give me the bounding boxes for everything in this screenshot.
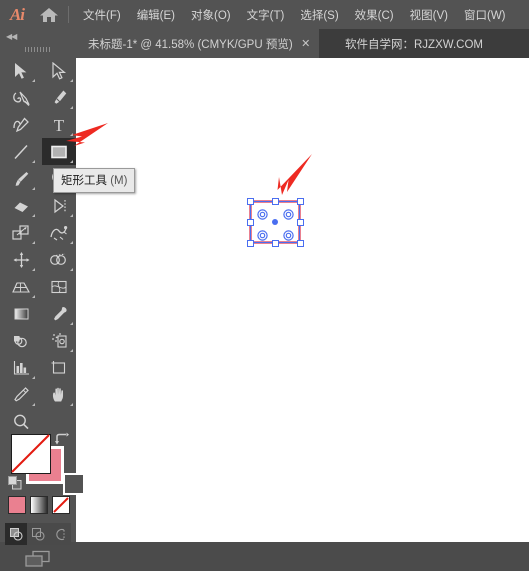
menu-items: 文件(F) 编辑(E) 对象(O) 文字(T) 选择(S) 效果(C) 视图(V… [75,4,514,26]
artboard-tool[interactable] [42,354,76,381]
screen-mode-icon [25,550,50,567]
handle-bottom-left[interactable] [246,239,254,247]
direct-selection-tool[interactable] [42,57,76,84]
document-tab-title: 未标题-1* @ 41.58% (CMYK/GPU 预览) [88,38,293,51]
column-graph-tool[interactable] [4,354,38,381]
type-tool[interactable]: T [42,111,76,138]
corner-widget-bottom-right[interactable] [283,228,294,241]
close-icon[interactable]: ✕ [293,29,319,58]
menu-edit[interactable]: 编辑(E) [129,4,183,26]
handle-top-left[interactable] [246,197,254,205]
handle-middle-left[interactable] [246,218,254,226]
blend-tool[interactable] [4,327,38,354]
stroke-swatch-inner [63,473,85,495]
menu-file[interactable]: 文件(F) [75,4,129,26]
symbol-sprayer-tool[interactable] [42,327,76,354]
color-mode-button[interactable] [8,496,26,514]
slice-tool[interactable] [4,381,38,408]
handle-top-right[interactable] [296,197,304,205]
flyout-triangle-icon [32,214,35,217]
flyout-triangle-icon [32,268,35,271]
rectangle-tool[interactable] [42,138,76,165]
menu-bar: Ai 文件(F) 编辑(E) 对象(O) 文字(T) 选择(S) 效果(C) 视… [0,0,529,29]
menu-view[interactable]: 视图(V) [402,4,456,26]
hand-tool[interactable] [42,381,76,408]
flyout-triangle-icon [70,160,73,163]
gradient-mode-button[interactable] [30,496,48,514]
tools-panel: ◀◀ T [0,29,85,567]
menu-select[interactable]: 选择(S) [292,4,346,26]
eraser-tool[interactable] [4,192,38,219]
line-segment-tool[interactable] [4,138,38,165]
flyout-triangle-icon [70,241,73,244]
color-mode-row [8,496,70,518]
flyout-triangle-icon [32,79,35,82]
scale-tool[interactable] [4,219,38,246]
gradient-tool[interactable] [4,300,38,327]
center-anchor-point [272,219,278,225]
menu-divider [68,6,69,23]
selection-tool[interactable] [4,57,38,84]
paintbrush-tool[interactable] [4,165,38,192]
flyout-triangle-icon [32,160,35,163]
tooltip-shortcut: (M) [110,175,128,187]
color-controls [0,430,85,571]
collapse-panel-button[interactable]: ◀◀ [0,29,82,43]
free-transform-tool[interactable] [4,246,38,273]
handle-bottom-center[interactable] [271,239,279,247]
flyout-triangle-icon [70,268,73,271]
corner-widget-bottom-left[interactable] [257,228,268,241]
document-tab[interactable]: 未标题-1* @ 41.58% (CMYK/GPU 预览) ✕ [76,29,319,58]
tooltip-label: 矩形工具 [61,175,107,187]
curvature-tool[interactable] [4,111,38,138]
flyout-triangle-icon [70,133,73,136]
grip-dots-icon [25,46,51,52]
flyout-triangle-icon [32,403,35,406]
rotate-tool[interactable] [42,192,76,219]
handle-bottom-right[interactable] [296,239,304,247]
mesh-tool[interactable] [42,273,76,300]
menu-window[interactable]: 窗口(W) [456,4,514,26]
swap-fill-stroke-icon[interactable] [54,432,70,446]
watermark-text: 软件自学网：RJZXW.COM [345,38,483,51]
pen-tool[interactable] [42,84,76,111]
flyout-triangle-icon [32,241,35,244]
handle-top-center[interactable] [271,197,279,205]
menu-object[interactable]: 对象(O) [183,4,239,26]
fill-swatch[interactable] [11,434,51,474]
app-logo: Ai [9,4,25,24]
tool-tooltip: 矩形工具 (M) [53,168,136,193]
flyout-triangle-icon [70,106,73,109]
flyout-triangle-icon [32,187,35,190]
menu-type[interactable]: 文字(T) [239,4,293,26]
none-mode-button[interactable] [52,496,70,514]
magic-wand-tool[interactable] [4,84,38,111]
home-icon[interactable] [34,0,64,29]
flyout-triangle-icon [70,403,73,406]
flyout-triangle-icon [70,349,73,352]
change-screen-mode-button[interactable] [0,548,76,570]
collapse-icon: ◀◀ [6,31,17,41]
eyedropper-tool[interactable] [42,300,76,327]
width-warp-tool[interactable] [42,219,76,246]
tool-grid: T [0,57,76,435]
flyout-triangle-icon [32,295,35,298]
perspective-grid-tool[interactable] [4,273,38,300]
flyout-triangle-icon [70,322,73,325]
selected-rectangle-group[interactable] [245,196,305,248]
artboard-canvas[interactable] [76,58,529,542]
handle-middle-right[interactable] [296,218,304,226]
flyout-triangle-icon [70,79,73,82]
corner-widget-top-left[interactable] [257,207,268,220]
corner-widget-top-right[interactable] [283,207,294,220]
none-slash-icon [11,434,50,473]
panel-drag-grip[interactable] [0,43,76,55]
flyout-triangle-icon [70,214,73,217]
menu-effect[interactable]: 效果(C) [347,4,402,26]
default-fill-stroke-icon[interactable] [8,476,22,490]
flyout-triangle-icon [32,376,35,379]
illustrator-window: Ai 文件(F) 编辑(E) 对象(O) 文字(T) 选择(S) 效果(C) 视… [0,0,529,567]
shape-builder-tool[interactable] [42,246,76,273]
svg-text:T: T [54,116,65,134]
